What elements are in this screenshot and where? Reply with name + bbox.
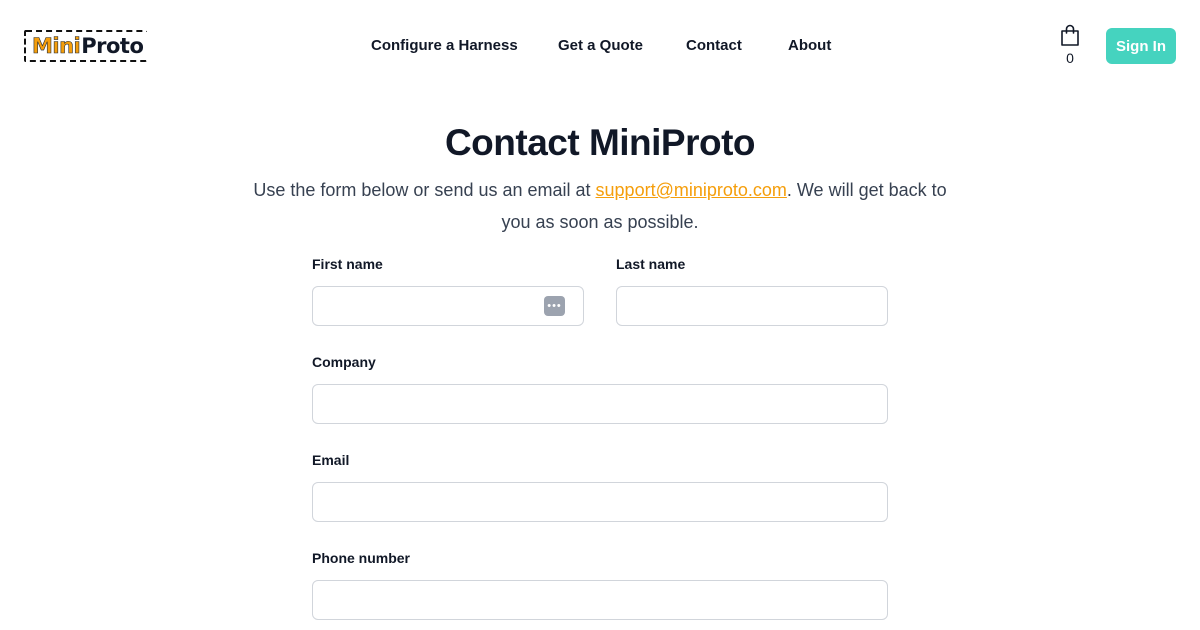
intro-text: Use the form below or send us an email a…	[250, 174, 950, 238]
email-input[interactable]	[312, 482, 888, 522]
shopping-bag-icon	[1061, 24, 1079, 46]
phone-number-label: Phone number	[312, 550, 411, 566]
phone-number-input[interactable]	[312, 580, 888, 620]
password-manager-icon[interactable]: •••	[544, 296, 565, 316]
cart-button[interactable]: 0	[1057, 24, 1083, 68]
nav-get-a-quote[interactable]: Get a Quote	[558, 37, 643, 54]
company-input[interactable]	[312, 384, 888, 424]
nav-about[interactable]: About	[788, 37, 831, 54]
email-label: Email	[312, 452, 350, 468]
last-name-input[interactable]	[616, 286, 888, 326]
intro-text-before: Use the form below or send us an email a…	[253, 180, 596, 200]
sign-in-button[interactable]: Sign In	[1106, 28, 1176, 64]
support-email-link[interactable]: support@miniproto.com	[596, 180, 787, 200]
page-title: Contact MiniProto	[444, 122, 756, 163]
nav-contact[interactable]: Contact	[686, 37, 742, 54]
nav-configure-harness[interactable]: Configure a Harness	[371, 37, 518, 54]
main-nav: Configure a Harness Get a Quote Contact …	[0, 37, 1200, 57]
cart-count: 0	[1066, 50, 1074, 66]
first-name-label: First name	[312, 256, 383, 272]
site-header: Mini Proto Configure a Harness Get a Quo…	[0, 0, 1200, 92]
last-name-label: Last name	[616, 256, 686, 272]
company-label: Company	[312, 354, 376, 370]
